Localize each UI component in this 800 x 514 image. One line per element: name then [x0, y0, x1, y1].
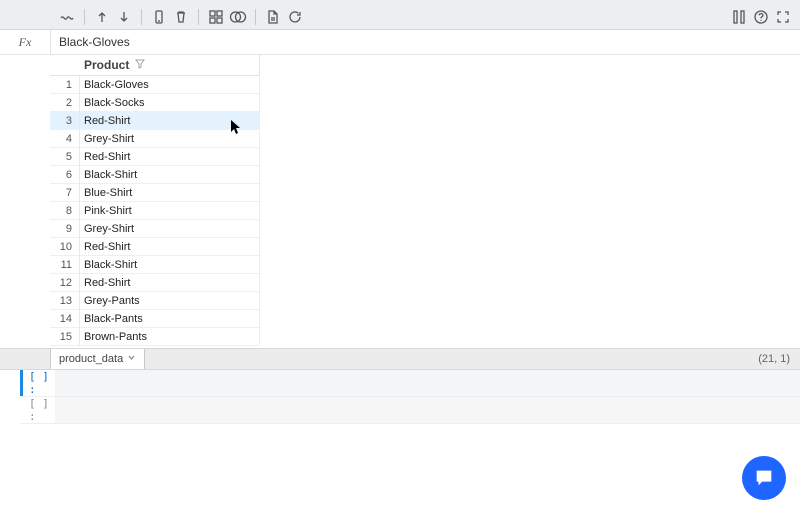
- row-number[interactable]: 6: [50, 166, 80, 184]
- phone-icon[interactable]: [148, 6, 170, 28]
- console-row-active[interactable]: [ ] :: [20, 370, 800, 397]
- console-input[interactable]: [55, 397, 800, 423]
- row-number[interactable]: 15: [50, 328, 80, 346]
- table-cell[interactable]: Red-Shirt: [80, 148, 260, 166]
- row-number[interactable]: 5: [50, 148, 80, 166]
- table-cell[interactable]: Brown-Pants: [80, 328, 260, 346]
- column-header[interactable]: Product: [80, 55, 260, 76]
- refresh-icon[interactable]: [284, 6, 306, 28]
- table-cell[interactable]: Black-Gloves: [80, 76, 260, 94]
- row-number[interactable]: 13: [50, 292, 80, 310]
- expand-icon[interactable]: [772, 6, 794, 28]
- table-cell[interactable]: Pink-Shirt: [80, 202, 260, 220]
- sheet-tab[interactable]: product_data: [50, 349, 145, 369]
- sheet-tab-label: product_data: [59, 353, 123, 365]
- table-cell[interactable]: Black-Shirt: [80, 166, 260, 184]
- trash-icon[interactable]: [170, 6, 192, 28]
- arrow-down-icon[interactable]: [113, 6, 135, 28]
- columns-icon[interactable]: [728, 6, 750, 28]
- table-cell[interactable]: Grey-Pants: [80, 292, 260, 310]
- grid-icon[interactable]: [205, 6, 227, 28]
- chevron-down-icon[interactable]: [127, 353, 136, 365]
- row-number[interactable]: 8: [50, 202, 80, 220]
- arrow-up-icon[interactable]: [91, 6, 113, 28]
- row-number[interactable]: 7: [50, 184, 80, 202]
- fx-label: Fx: [0, 30, 51, 54]
- table-cell[interactable]: Red-Shirt: [80, 238, 260, 256]
- sheet-tab-bar: product_data (21, 1): [0, 348, 800, 370]
- filter-icon[interactable]: [135, 58, 145, 72]
- row-number[interactable]: 2: [50, 94, 80, 112]
- dimensions-label: (21, 1): [758, 349, 790, 369]
- formula-input[interactable]: Black-Gloves: [51, 35, 800, 49]
- chat-help-button[interactable]: [742, 456, 786, 500]
- table-cell[interactable]: Black-Socks: [80, 94, 260, 112]
- table-cell[interactable]: Grey-Shirt: [80, 220, 260, 238]
- column-header-label: Product: [84, 58, 129, 72]
- row-number[interactable]: 4: [50, 130, 80, 148]
- data-grid[interactable]: 123456789101112131415 Product Black-Glov…: [0, 55, 800, 348]
- table-cell[interactable]: Black-Pants: [80, 310, 260, 328]
- row-number[interactable]: 11: [50, 256, 80, 274]
- file-icon[interactable]: [262, 6, 284, 28]
- venn-icon[interactable]: [227, 6, 249, 28]
- row-number[interactable]: 12: [50, 274, 80, 292]
- formula-bar: Fx Black-Gloves: [0, 30, 800, 55]
- console-input[interactable]: [55, 370, 800, 396]
- console-prompt: [ ] :: [29, 397, 55, 423]
- row-number[interactable]: 10: [50, 238, 80, 256]
- table-cell[interactable]: Black-Shirt: [80, 256, 260, 274]
- row-number[interactable]: 3: [50, 112, 80, 130]
- table-cell[interactable]: Red-Shirt: [80, 112, 260, 130]
- toolbar: [0, 5, 800, 30]
- row-number[interactable]: 9: [50, 220, 80, 238]
- console: [ ] : [ ] :: [0, 370, 800, 424]
- console-prompt: [ ] :: [29, 370, 55, 396]
- help-icon[interactable]: [750, 6, 772, 28]
- table-cell[interactable]: Grey-Shirt: [80, 130, 260, 148]
- table-cell[interactable]: Blue-Shirt: [80, 184, 260, 202]
- row-number[interactable]: 14: [50, 310, 80, 328]
- wave-icon[interactable]: [56, 6, 78, 28]
- table-cell[interactable]: Red-Shirt: [80, 274, 260, 292]
- console-row[interactable]: [ ] :: [20, 397, 800, 424]
- row-number[interactable]: 1: [50, 76, 80, 94]
